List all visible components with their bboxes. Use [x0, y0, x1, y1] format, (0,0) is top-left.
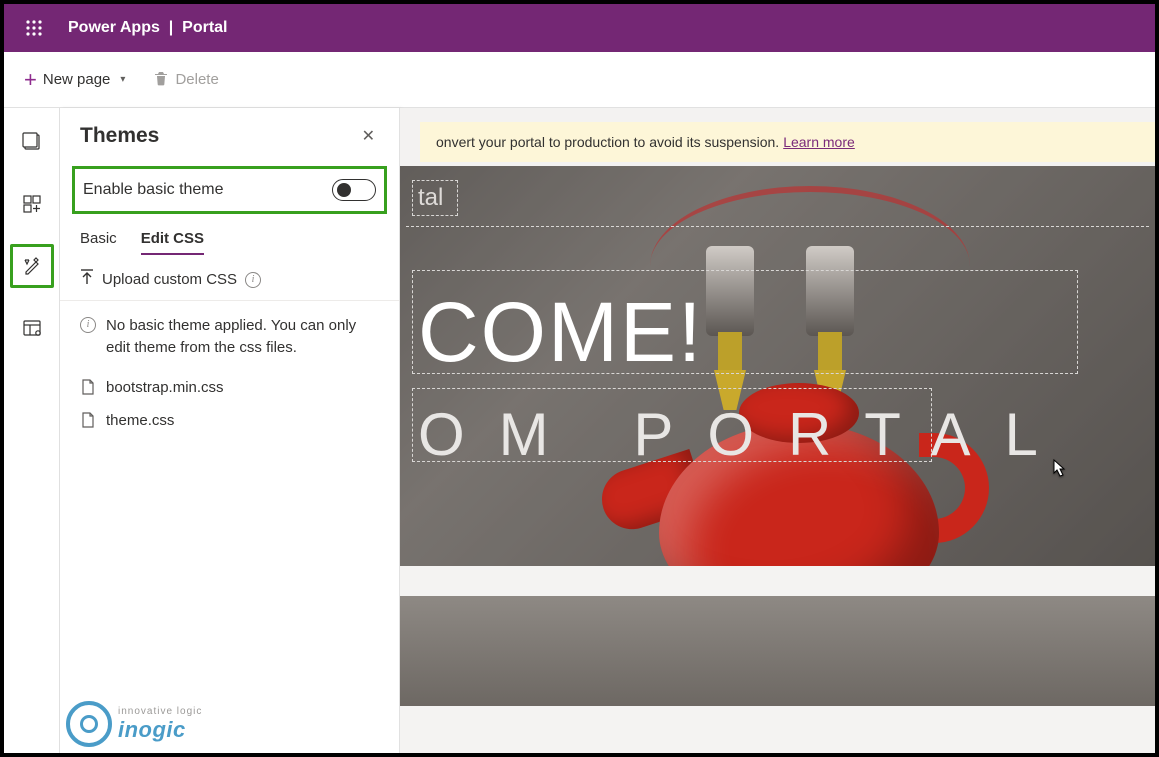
hero-subline[interactable]: OM PORTAL: [418, 400, 1072, 469]
trash-icon: [153, 70, 169, 90]
plus-icon: +: [24, 69, 37, 91]
close-icon[interactable]: ✕: [358, 122, 379, 150]
portal-canvas[interactable]: onvert your portal to production to avoi…: [400, 108, 1155, 753]
trial-notification: onvert your portal to production to avoi…: [420, 122, 1155, 162]
info-icon: i: [80, 317, 96, 333]
hero-headline[interactable]: COME!: [418, 284, 703, 381]
app-launcher-icon[interactable]: [14, 4, 54, 52]
selection-guide: [406, 226, 1149, 227]
delete-button[interactable]: Delete: [151, 66, 220, 94]
notification-text: onvert your portal to production to avoi…: [436, 134, 779, 150]
app-name: Power Apps: [68, 19, 160, 36]
app-header: Power Apps | Portal: [4, 4, 1155, 52]
cursor-icon: [1047, 458, 1069, 489]
css-file-name: bootstrap.min.css: [106, 379, 224, 396]
left-rail: [4, 108, 60, 753]
rail-themes-button[interactable]: [10, 244, 54, 288]
enable-basic-theme-label: Enable basic theme: [83, 181, 224, 199]
new-page-label: New page: [43, 71, 111, 88]
delete-label: Delete: [175, 71, 218, 88]
rail-pages-button[interactable]: [10, 120, 54, 164]
panel-header: Themes ✕: [60, 108, 399, 160]
watermark-brand: inogic: [118, 717, 202, 743]
hero-section[interactable]: tal COME! OM PORTAL: [400, 166, 1155, 583]
no-theme-text: No basic theme applied. You can only edi…: [106, 315, 379, 359]
panel-title: Themes: [80, 124, 159, 148]
css-file-item[interactable]: bootstrap.min.css: [60, 371, 399, 404]
divider: [60, 300, 399, 301]
watermark-logo: innovative logic inogic: [66, 701, 202, 747]
panel-tabs: Basic Edit CSS: [60, 230, 399, 255]
watermark-tag: innovative logic: [118, 706, 202, 717]
file-icon: [80, 379, 96, 395]
dark-band: [400, 596, 1155, 706]
no-theme-message: i No basic theme applied. You can only e…: [60, 303, 399, 371]
info-icon[interactable]: i: [245, 272, 261, 288]
css-file-item[interactable]: theme.css: [60, 404, 399, 437]
upload-icon: [80, 269, 94, 290]
upload-css-button[interactable]: Upload custom CSS i: [60, 255, 399, 298]
css-file-name: theme.css: [106, 412, 174, 429]
enable-basic-theme-toggle[interactable]: [332, 179, 376, 201]
themes-panel: Themes ✕ Enable basic theme Basic Edit C…: [60, 108, 400, 753]
command-bar: + New page ▾ Delete: [4, 52, 1155, 108]
toggle-knob: [337, 183, 351, 197]
tab-basic[interactable]: Basic: [80, 230, 117, 255]
rail-components-button[interactable]: [10, 182, 54, 226]
chevron-down-icon: ▾: [120, 74, 125, 85]
new-page-button[interactable]: + New page ▾: [22, 65, 127, 95]
enable-basic-theme-row: Enable basic theme: [72, 166, 387, 214]
app-title: Power Apps | Portal: [68, 19, 227, 37]
rail-templates-button[interactable]: [10, 306, 54, 350]
title-sep: |: [164, 19, 182, 36]
learn-more-link[interactable]: Learn more: [783, 134, 855, 150]
app-section: Portal: [182, 19, 227, 36]
hero-partial-text: tal: [418, 184, 443, 212]
workspace: Themes ✕ Enable basic theme Basic Edit C…: [4, 108, 1155, 753]
upload-css-label: Upload custom CSS: [102, 271, 237, 288]
file-icon: [80, 412, 96, 428]
section-below-hero[interactable]: [400, 566, 1155, 753]
logo-icon: [66, 701, 112, 747]
tab-edit-css[interactable]: Edit CSS: [141, 230, 204, 255]
